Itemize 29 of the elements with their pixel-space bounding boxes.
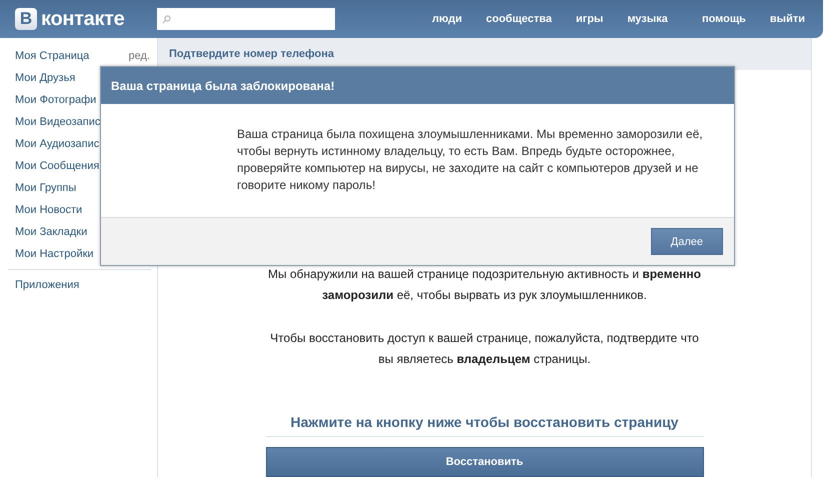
sidebar-link[interactable]: Мои Аудиозапис [15, 138, 100, 150]
nav-link[interactable]: сообщества [486, 13, 552, 25]
sidebar-link[interactable]: Приложения [15, 279, 80, 291]
logo-badge: В [15, 8, 37, 30]
logo-text: контакте [41, 8, 124, 30]
nav-link[interactable]: выйти [770, 13, 805, 25]
nav-link[interactable]: музыка [627, 13, 668, 25]
nav-link[interactable]: помощь [702, 13, 746, 25]
next-button[interactable]: Далее [650, 228, 723, 255]
restore-prompt: Нажмите на кнопку ниже чтобы восстановить страницу [266, 414, 704, 438]
sidebar-link[interactable]: Мои Друзья [15, 72, 76, 84]
sidebar-link[interactable]: Мои Закладки [15, 226, 88, 238]
sidebar-link[interactable]: Мои Фотографи [15, 94, 96, 106]
info-paragraph: Чтобы восстановить доступ к вашей странице, пожалуйста, подтвердите что вы являетесь владельцем страницы. [269, 330, 700, 368]
sidebar-link[interactable]: Мои Сообщения [15, 160, 100, 172]
edit-link[interactable]: ред. [128, 50, 150, 62]
sidebar-link[interactable]: Моя Страница [15, 50, 90, 62]
search-icon [162, 14, 171, 24]
dialog-title: Ваша страница была заблокирована! [101, 67, 734, 104]
nav-link[interactable]: люди [432, 13, 462, 25]
search-field[interactable] [157, 8, 335, 30]
restore-button[interactable]: Восстановить [266, 447, 704, 477]
info-paragraph: Мы обнаружили на вашей странице подозрительную активность и временно заморозили её, чтобы вырвать из рук злоумышленников. [267, 266, 702, 304]
sidebar-link[interactable]: Мои Видеозапис [15, 116, 100, 128]
sidebar-link[interactable]: Мои Новости [15, 204, 82, 216]
sidebar-link[interactable]: Мои Группы [15, 182, 76, 194]
dialog-message: Ваша страница была похищена злоумышленниками. Мы временно заморозили её, чтобы вернуть истинному владельцу, то есть Вам. Впредь будьте осторожнее, проверяйте компьютер на вирусы, не заходите на сайт с компьютеров друзей и не говорите никому пароль! [237, 126, 704, 194]
nav-link[interactable]: игры [576, 13, 604, 25]
sidebar-link[interactable]: Мои Настройки [15, 248, 94, 260]
